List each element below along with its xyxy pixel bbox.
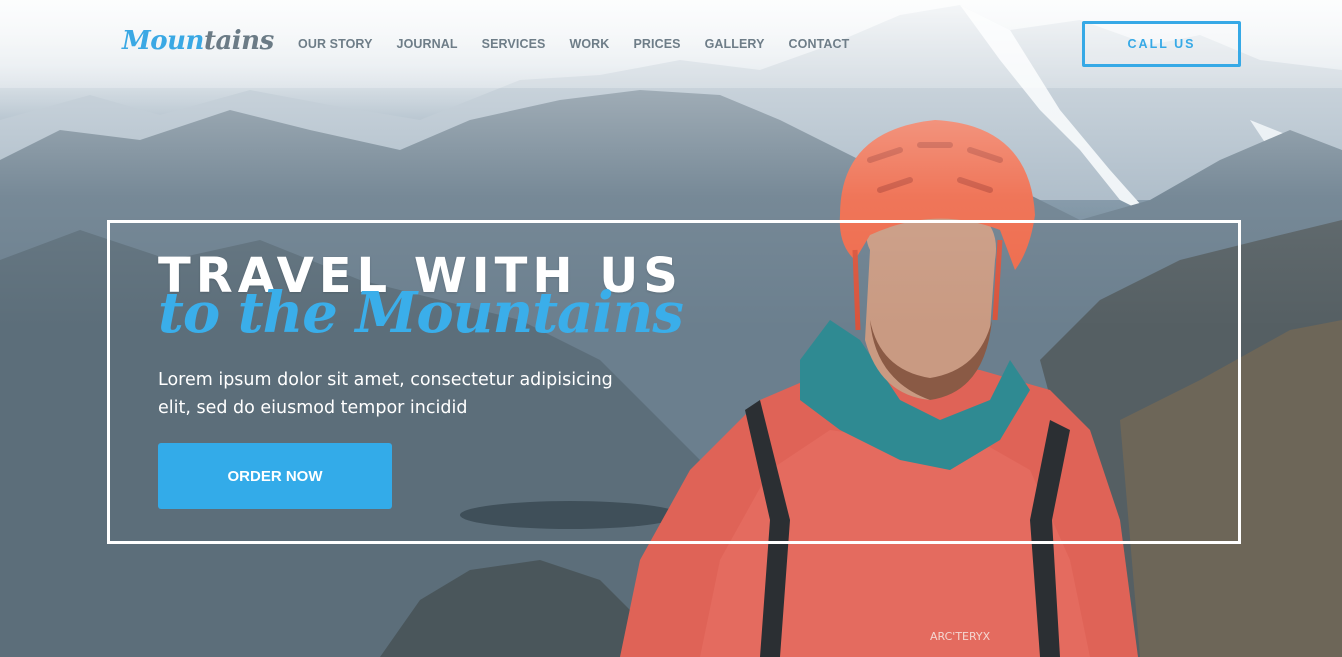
main-nav: OUR STORY JOURNAL SERVICES WORK PRICES G… bbox=[298, 37, 873, 51]
navbar: Mountains OUR STORY JOURNAL SERVICES WOR… bbox=[0, 0, 1342, 88]
site-logo[interactable]: Mountains bbox=[122, 26, 274, 56]
hero-lead-text: Lorem ipsum dolor sit amet, consectetur … bbox=[158, 370, 613, 418]
nav-item-contact[interactable]: CONTACT bbox=[789, 37, 850, 51]
nav-item-prices[interactable]: PRICES bbox=[633, 37, 680, 51]
nav-item-our-story[interactable]: OUR STORY bbox=[298, 37, 373, 51]
order-now-button[interactable]: ORDER NOW bbox=[158, 443, 392, 509]
nav-item-journal[interactable]: JOURNAL bbox=[397, 37, 458, 51]
call-us-button[interactable]: CALL US bbox=[1082, 21, 1241, 67]
nav-item-gallery[interactable]: GALLERY bbox=[705, 37, 765, 51]
logo-main-text: Moun bbox=[122, 26, 204, 56]
logo-tail-text: tains bbox=[203, 26, 274, 56]
nav-item-services[interactable]: SERVICES bbox=[482, 37, 546, 51]
hero-subheadline: to the Mountains bbox=[158, 280, 684, 346]
nav-item-work[interactable]: WORK bbox=[569, 37, 609, 51]
